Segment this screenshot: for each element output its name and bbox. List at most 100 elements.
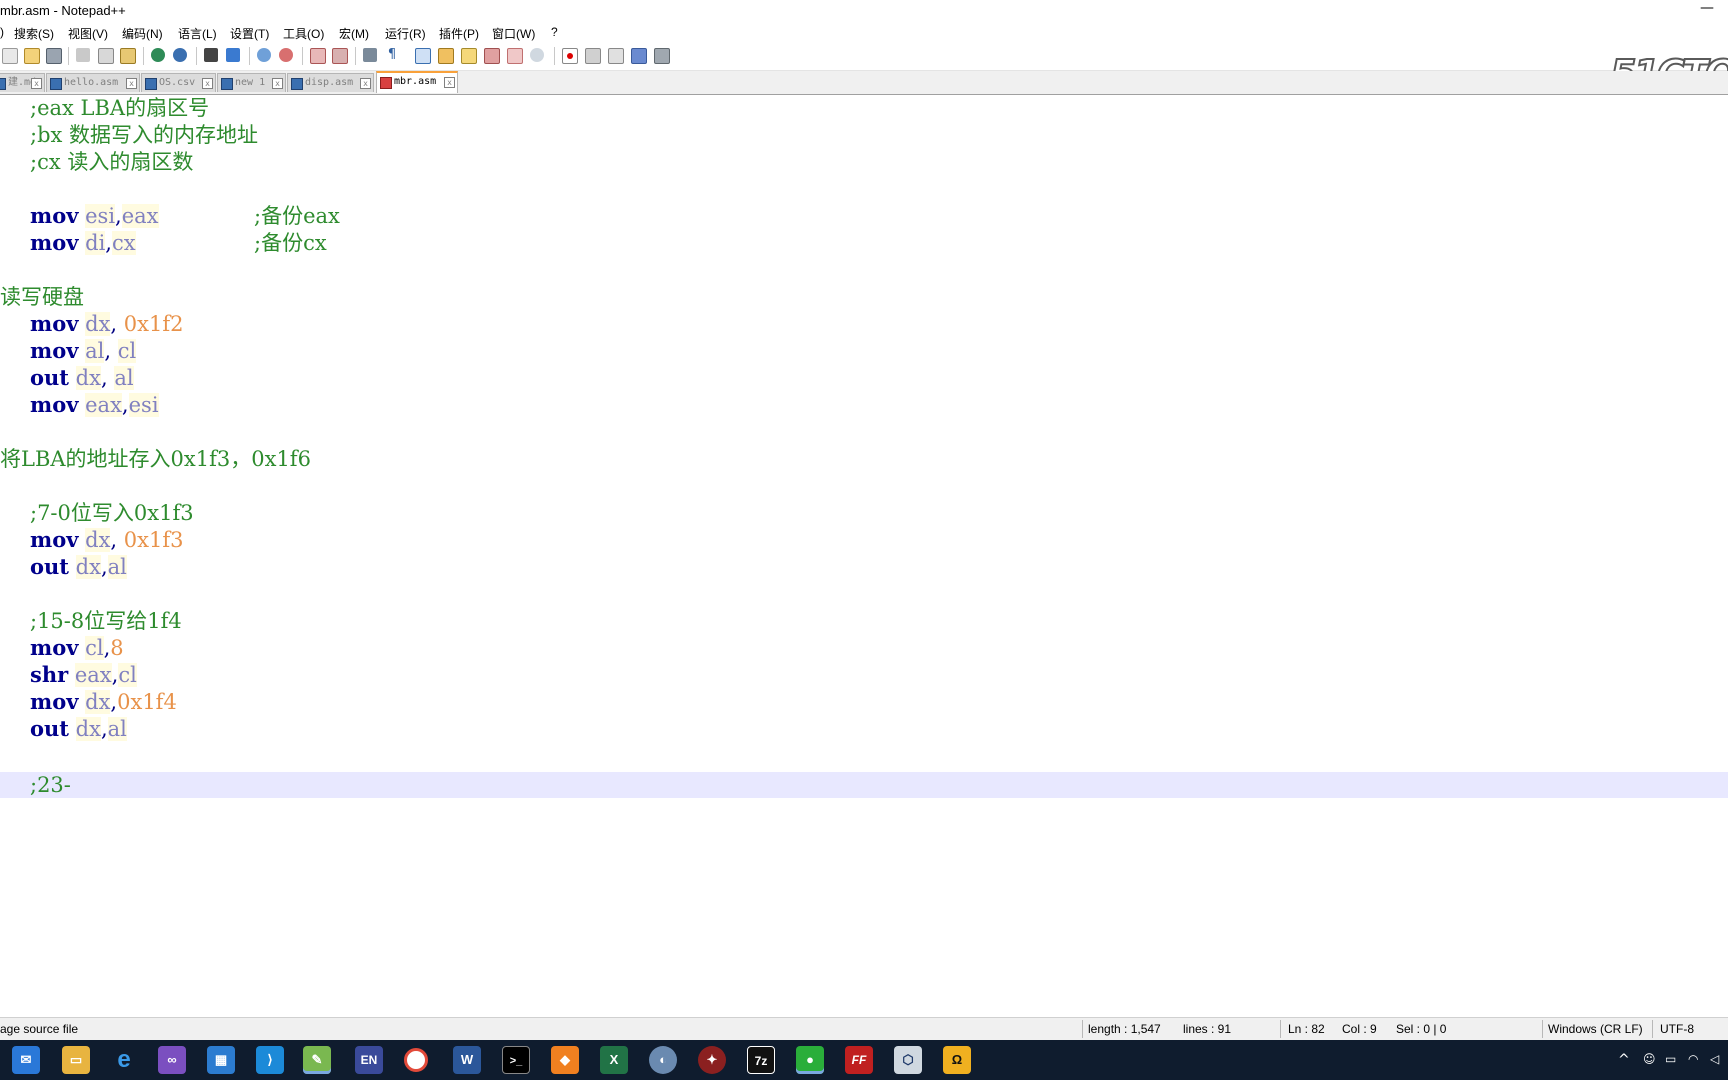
replace-icon[interactable] xyxy=(226,48,240,62)
record-macro-icon[interactable] xyxy=(562,48,578,64)
file-icon xyxy=(221,78,233,90)
menu-language[interactable]: 语言(L) xyxy=(178,25,217,42)
play-macro-icon[interactable] xyxy=(608,48,624,64)
paste-icon[interactable] xyxy=(120,48,136,64)
tab-hello-asm[interactable]: hello.asm x xyxy=(46,73,140,92)
register: di xyxy=(85,231,106,255)
battery-icon[interactable]: ▭ xyxy=(1665,1052,1676,1066)
new-file-icon[interactable] xyxy=(2,48,18,64)
comment: ;bx 数据写入的内存地址 xyxy=(30,123,259,147)
zoom-out-icon[interactable] xyxy=(279,48,293,62)
folder-workspace-icon[interactable] xyxy=(507,48,523,64)
store-icon[interactable]: ▦ xyxy=(207,1046,235,1074)
vscode-icon[interactable]: ⟩ xyxy=(256,1046,284,1074)
code-editor[interactable]: ;eax LBA的扇区号 ;bx 数据写入的内存地址 ;cx 读入的扇区数 mo… xyxy=(0,95,1728,1015)
sync-vertical-icon[interactable] xyxy=(310,48,326,64)
word-wrap-icon[interactable] xyxy=(363,48,377,62)
chrome-icon[interactable] xyxy=(404,1048,428,1072)
toolbar-separator xyxy=(355,47,356,65)
keyword: mov xyxy=(30,230,79,255)
code-line: mov al, cl xyxy=(30,338,137,364)
run-macro-multiple-icon[interactable] xyxy=(631,48,647,64)
undo-icon[interactable] xyxy=(151,48,165,62)
menu-window[interactable]: 窗口(W) xyxy=(492,25,535,42)
menu-macro[interactable]: 宏(M) xyxy=(339,25,369,42)
notepad-plus-plus-icon[interactable]: ✎ xyxy=(303,1046,331,1074)
tab-new-1[interactable]: new 1 x xyxy=(217,73,286,92)
keyword: out xyxy=(30,716,69,741)
print-icon[interactable] xyxy=(46,48,62,64)
app-red-icon[interactable]: ✦ xyxy=(698,1046,726,1074)
volume-icon[interactable]: ◁ xyxy=(1710,1052,1719,1066)
app-yellow-icon[interactable]: Ω xyxy=(943,1046,971,1074)
keyword: mov xyxy=(30,311,79,336)
tab-mbr-asm[interactable]: mbr.asm x xyxy=(376,71,458,93)
mail-icon[interactable]: ✉ xyxy=(12,1046,40,1074)
register: al xyxy=(85,339,105,363)
terminal-icon[interactable]: >_ xyxy=(502,1046,530,1074)
menu-tools[interactable]: 工具(O) xyxy=(283,25,324,42)
indent-guide-icon[interactable] xyxy=(415,48,431,64)
sync-horizontal-icon[interactable] xyxy=(332,48,348,64)
menu-run[interactable]: 运行(R) xyxy=(385,25,426,42)
code-line: out dx, al xyxy=(30,365,134,391)
copy-icon[interactable] xyxy=(98,48,114,64)
close-icon[interactable]: x xyxy=(272,78,283,89)
register: dx xyxy=(85,312,111,336)
menu-help[interactable]: ? xyxy=(551,25,558,39)
close-icon[interactable]: x xyxy=(360,78,371,89)
save-macro-icon[interactable] xyxy=(654,48,670,64)
zoom-in-icon[interactable] xyxy=(257,48,271,62)
wechat-icon[interactable]: ● xyxy=(796,1046,824,1074)
tab-md[interactable]: 建.md x xyxy=(0,73,45,92)
close-icon[interactable]: x xyxy=(31,78,42,89)
paint-icon[interactable]: ◐ xyxy=(649,1046,677,1074)
virtualbox-icon[interactable]: ⬡ xyxy=(894,1046,922,1074)
menu-encoding[interactable]: 编码(N) xyxy=(122,25,163,42)
status-eol: Windows (CR LF) xyxy=(1548,1022,1643,1036)
visual-studio-icon[interactable]: ∞ xyxy=(158,1046,186,1074)
close-icon[interactable]: x xyxy=(126,78,137,89)
status-length: length : 1,547 xyxy=(1088,1022,1161,1036)
file-icon xyxy=(0,78,6,90)
status-encoding: UTF-8 xyxy=(1660,1022,1694,1036)
tab-disp-asm[interactable]: disp.asm x xyxy=(287,73,374,92)
menu-search[interactable]: 搜索(S) xyxy=(14,25,54,42)
file-explorer-icon[interactable]: ▭ xyxy=(62,1046,90,1074)
doc-map-icon[interactable] xyxy=(461,48,477,64)
file-icon xyxy=(50,78,62,90)
tab-label: disp.asm xyxy=(305,77,354,88)
excel-icon[interactable]: X xyxy=(600,1046,628,1074)
monitoring-icon[interactable] xyxy=(530,48,544,62)
redo-icon[interactable] xyxy=(173,48,187,62)
code-line: ;eax LBA的扇区号 xyxy=(30,95,209,121)
function-list-icon[interactable] xyxy=(484,48,500,64)
close-icon[interactable]: x xyxy=(202,78,213,89)
menu-settings[interactable]: 设置(T) xyxy=(230,25,269,42)
7zip-icon[interactable]: 7z xyxy=(747,1046,775,1074)
cut-icon[interactable] xyxy=(76,48,90,62)
register: esi xyxy=(128,393,159,417)
edge-icon[interactable]: e xyxy=(110,1046,138,1074)
keyword: out xyxy=(30,554,69,579)
tab-os-csv[interactable]: OS.csv x xyxy=(141,73,216,92)
open-file-icon[interactable] xyxy=(24,48,40,64)
keyword: mov xyxy=(30,203,79,228)
foxit-icon[interactable]: FF xyxy=(845,1046,873,1074)
word-icon[interactable]: W xyxy=(453,1046,481,1074)
minimize-button[interactable]: — xyxy=(1700,0,1714,16)
find-icon[interactable] xyxy=(204,48,218,62)
menu-file-fragment[interactable]: ) xyxy=(0,25,4,39)
wifi-icon[interactable]: ◠ xyxy=(1688,1052,1698,1066)
show-all-characters-icon[interactable]: ¶ xyxy=(385,48,399,62)
menu-view[interactable]: 视图(V) xyxy=(68,25,108,42)
code-line: 读写硬盘 xyxy=(0,284,84,310)
language-en-icon[interactable]: EN xyxy=(355,1046,383,1074)
tray-app-icon[interactable]: ☺ xyxy=(1643,1052,1656,1066)
tray-chevron-up-icon[interactable]: ^ xyxy=(1618,1052,1630,1068)
close-icon[interactable]: x xyxy=(444,77,455,88)
sublime-like-icon[interactable]: ◆ xyxy=(551,1046,579,1074)
user-language-icon[interactable] xyxy=(438,48,454,64)
stop-macro-icon[interactable] xyxy=(585,48,601,64)
menu-plugins[interactable]: 插件(P) xyxy=(439,25,479,42)
